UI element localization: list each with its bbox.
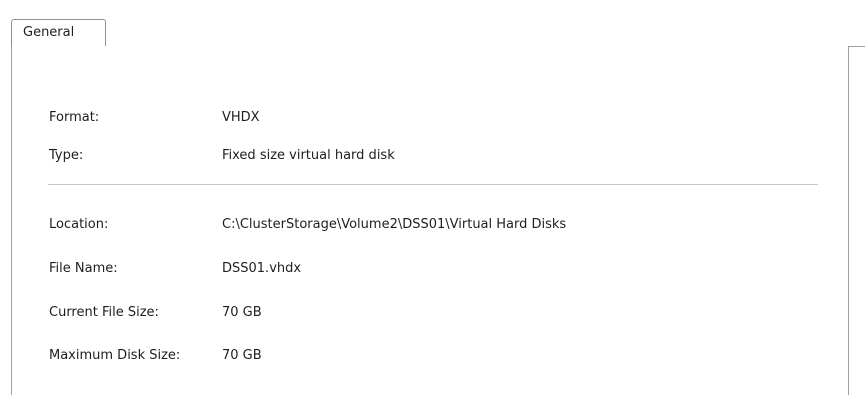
vhd-properties-dialog: General Format: VHDX Type: Fixed size vi… — [0, 0, 865, 395]
current-file-size-value: 70 GB — [222, 305, 262, 320]
current-file-size-label: Current File Size: — [49, 305, 159, 320]
section-separator — [48, 184, 818, 188]
maximum-disk-size-label: Maximum Disk Size: — [49, 348, 181, 363]
file-name-label: File Name: — [49, 261, 118, 276]
type-value: Fixed size virtual hard disk — [222, 148, 395, 163]
location-value: C:\ClusterStorage\Volume2\DSS01\Virtual … — [222, 217, 567, 232]
format-value: VHDX — [222, 110, 260, 125]
general-panel: Format: VHDX Type: Fixed size virtual ha… — [11, 46, 849, 395]
tab-general[interactable]: General — [11, 19, 106, 47]
maximum-disk-size-value: 70 GB — [222, 348, 262, 363]
type-label: Type: — [49, 148, 84, 163]
format-label: Format: — [49, 110, 100, 125]
file-name-value: DSS01.vhdx — [222, 261, 302, 276]
tab-general-label: General — [23, 25, 75, 40]
location-label: Location: — [49, 217, 109, 232]
